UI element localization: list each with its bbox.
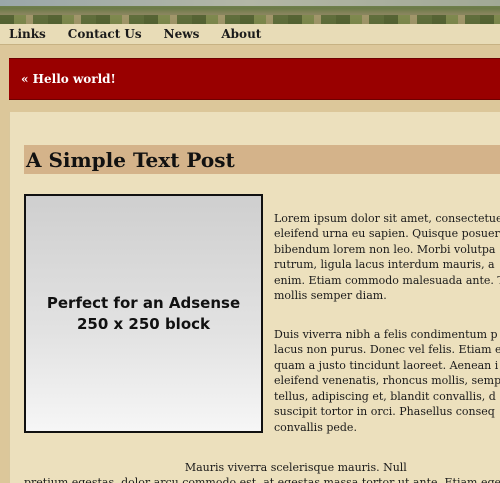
paragraph-line: Duis viverra nibh a felis condimentum p: [274, 327, 498, 341]
banner-landscape: [0, 15, 500, 24]
paragraph-line: suscipit tortor in orci. Phasellus conse…: [274, 405, 495, 418]
paragraph-line: mollis semper diam.: [274, 289, 387, 302]
previous-post-link[interactable]: « Hello world!: [21, 72, 116, 86]
paragraph-line: Mauris viverra scelerisque mauris. Null: [24, 460, 407, 474]
post-paragraph-3: Mauris viverra scelerisque mauris. Null p…: [24, 444, 500, 483]
paragraph-line: bibendum lorem non leo. Morbi volutpa: [274, 242, 496, 256]
top-navigation: Links Contact Us News About: [0, 24, 500, 45]
paragraph-line: Lorem ipsum dolor sit amet, consectetue: [274, 211, 500, 225]
paragraph-line: pretium egestas, dolor arcu commodo est,…: [24, 476, 500, 483]
post-paragraph-2: Duis viverra nibh a felis condimentum p l…: [274, 311, 500, 451]
post-title-band: A Simple Text Post: [24, 145, 500, 174]
paragraph-line: tellus, adipiscing et, blandit convallis…: [274, 389, 496, 403]
banner-sky: [0, 0, 500, 6]
post-paragraph-1: Lorem ipsum dolor sit amet, consectetue e…: [274, 195, 500, 319]
adsense-placeholder-block[interactable]: Perfect for an Adsense 250 x 250 block: [24, 194, 263, 433]
paragraph-line: enim. Etiam commodo malesuada ante. T: [274, 273, 500, 287]
adsense-placeholder-text: Perfect for an Adsense 250 x 250 block: [47, 293, 240, 335]
paragraph-line: eleifend urna eu sapien. Quisque posuere: [274, 227, 500, 240]
nav-link-links[interactable]: Links: [9, 27, 46, 41]
paragraph-line: lacus non purus. Donec vel felis. Etiam …: [274, 343, 500, 356]
ad-line-1: Perfect for an Adsense: [46, 293, 241, 312]
previous-post-bar: « Hello world!: [9, 58, 500, 100]
paragraph-line: rutrum, ligula lacus interdum mauris, a: [274, 258, 495, 271]
nav-link-news[interactable]: News: [164, 27, 200, 41]
paragraph-line: quam a justo tincidunt laoreet. Aenean i: [274, 358, 499, 372]
paragraph-line: convallis pede.: [274, 420, 357, 434]
header-banner-image: [0, 0, 500, 24]
ad-line-2: 250 x 250 block: [76, 314, 210, 333]
nav-link-about[interactable]: About: [221, 27, 261, 41]
nav-link-contact-us[interactable]: Contact Us: [68, 27, 142, 41]
post-title[interactable]: A Simple Text Post: [26, 148, 235, 172]
paragraph-line: eleifend venenatis, rhoncus mollis, semp: [274, 374, 500, 387]
